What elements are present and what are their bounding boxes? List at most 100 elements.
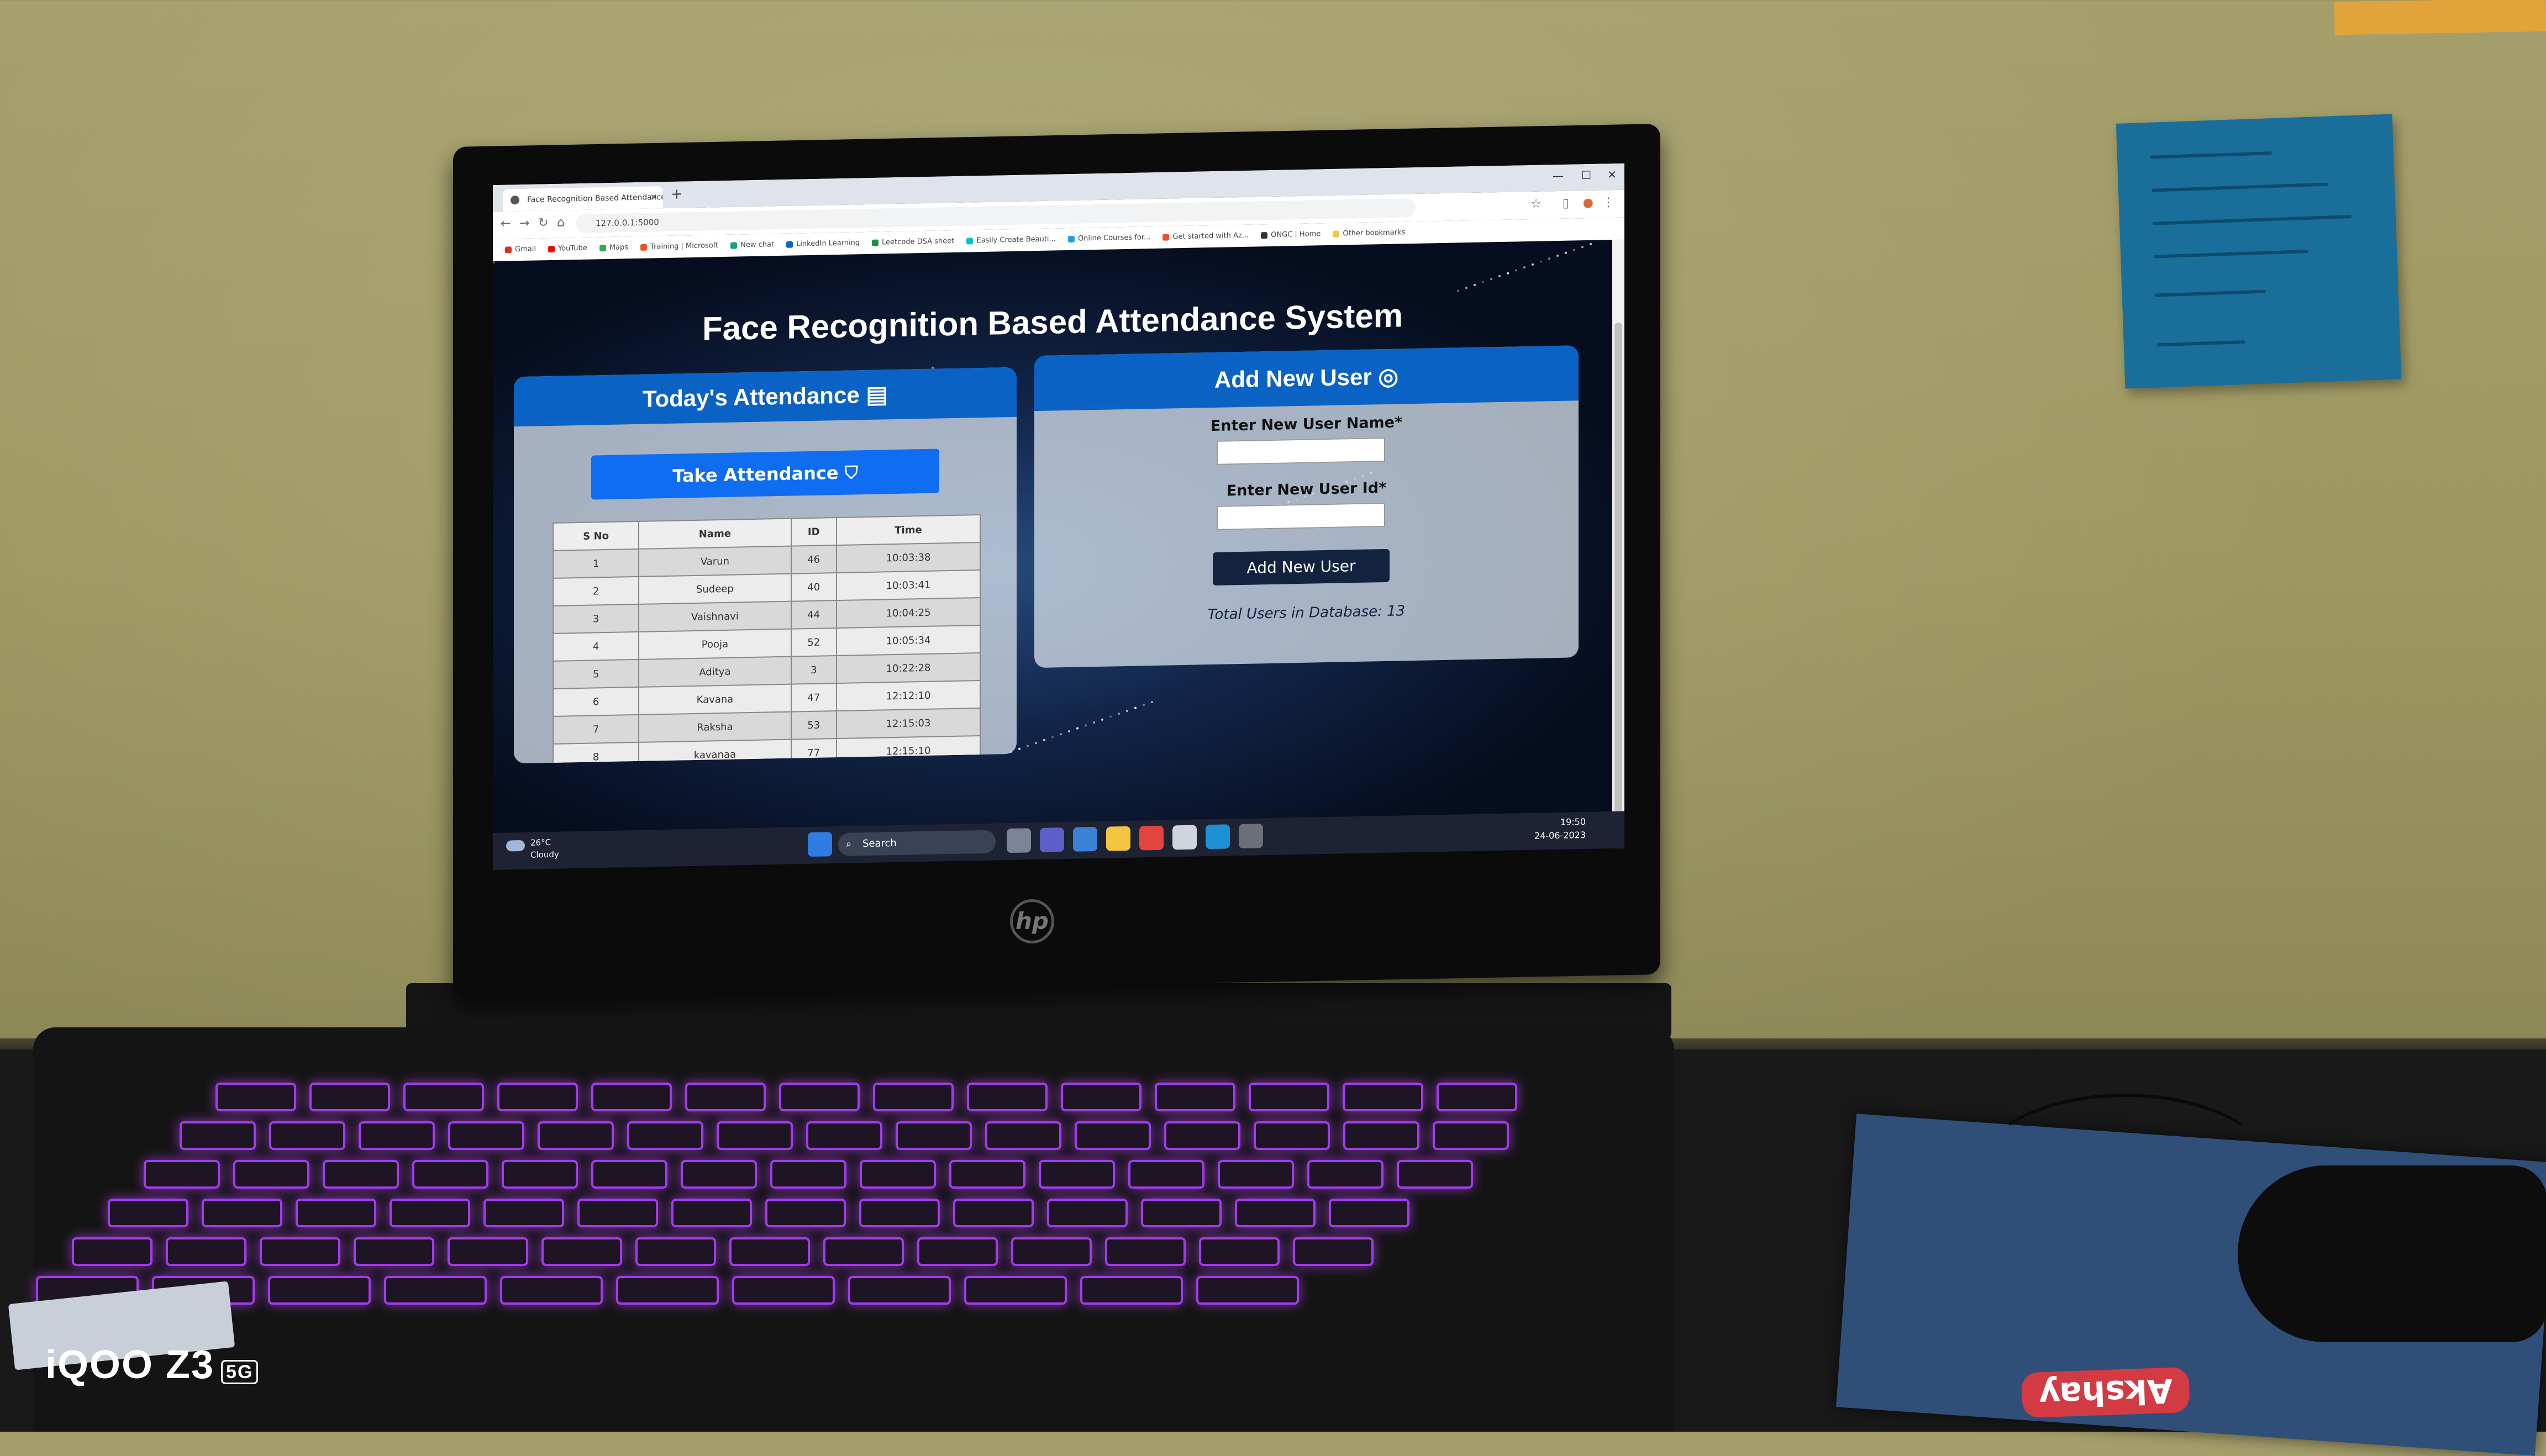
keyboard-key[interactable] [671, 1199, 752, 1227]
weather-widget[interactable]: 26°C Cloudy [506, 836, 559, 862]
keyboard-key[interactable] [1075, 1121, 1151, 1150]
keyboard-key[interactable] [860, 1160, 936, 1189]
keyboard-key[interactable] [500, 1276, 603, 1305]
keyboard-key[interactable] [390, 1199, 470, 1227]
take-attendance-button[interactable]: Take Attendance ⛉ [591, 449, 939, 499]
keyboard-key[interactable] [1080, 1276, 1183, 1305]
keyboard-key[interactable] [260, 1237, 340, 1266]
maximize-icon[interactable]: ☐ [1581, 168, 1591, 182]
keyboard-key[interactable] [779, 1083, 860, 1111]
bookmark-item[interactable]: New chat [730, 234, 774, 257]
keyboard-key[interactable] [323, 1160, 399, 1189]
vscode-icon[interactable] [1206, 824, 1230, 849]
keyboard-key[interactable] [1235, 1199, 1316, 1227]
bookmark-item[interactable]: Gmail [505, 239, 536, 261]
task-view-icon[interactable] [1007, 828, 1031, 853]
keyboard-key[interactable] [1196, 1276, 1299, 1305]
keyboard-key[interactable] [1343, 1121, 1419, 1150]
keyboard-key[interactable] [384, 1276, 487, 1305]
keyboard-key[interactable] [359, 1121, 435, 1150]
keyboard-key[interactable] [616, 1276, 719, 1305]
keyboard-key[interactable] [685, 1083, 766, 1111]
keyboard-key[interactable] [1155, 1083, 1235, 1111]
bookmark-item[interactable]: Leetcode DSA sheet [872, 230, 954, 254]
keyboard-key[interactable] [577, 1199, 658, 1227]
keyboard-key[interactable] [309, 1083, 390, 1111]
keyboard-key[interactable] [108, 1199, 188, 1227]
keyboard-key[interactable] [591, 1160, 667, 1189]
keyboard-key[interactable] [448, 1121, 524, 1150]
keyboard-key[interactable] [681, 1160, 757, 1189]
keyboard-key[interactable] [732, 1276, 835, 1305]
keyboard-key[interactable] [823, 1237, 904, 1266]
keyboard-key[interactable] [717, 1121, 793, 1150]
terminal-icon[interactable] [1239, 824, 1263, 848]
keyboard-key[interactable] [541, 1237, 622, 1266]
chat-icon[interactable] [1040, 827, 1064, 852]
keyboard-key[interactable] [859, 1199, 940, 1227]
close-window-icon[interactable]: ✕ [1607, 168, 1617, 181]
keyboard-key[interactable] [1397, 1160, 1473, 1189]
keyboard-key[interactable] [1011, 1237, 1092, 1266]
keyboard-key[interactable] [403, 1083, 484, 1111]
keyboard-key[interactable] [296, 1199, 376, 1227]
keyboard-key[interactable] [1307, 1160, 1384, 1189]
keyboard-key[interactable] [502, 1160, 578, 1189]
keyboard-key[interactable] [1343, 1083, 1423, 1111]
system-clock[interactable]: 19:50 24-06-2023 [1534, 815, 1586, 843]
username-input[interactable] [1217, 437, 1385, 465]
keyboard-key[interactable] [1437, 1083, 1517, 1111]
keyboard-key[interactable] [964, 1276, 1067, 1305]
keyboard-key[interactable] [1254, 1121, 1330, 1150]
scroll-thumb[interactable] [1614, 323, 1622, 869]
bookmark-item[interactable]: Other bookmarks [1333, 221, 1405, 245]
bookmark-item[interactable]: YouTube [548, 238, 587, 260]
keyboard-key[interactable] [1249, 1083, 1329, 1111]
keyboard-key[interactable] [949, 1160, 1025, 1189]
close-icon[interactable]: ✕ [650, 186, 657, 208]
keyboard-key[interactable] [268, 1276, 371, 1305]
keyboard-key[interactable] [1128, 1160, 1204, 1189]
new-tab-icon[interactable]: + [671, 186, 683, 202]
keyboard-key[interactable] [917, 1237, 998, 1266]
keyboard-key[interactable] [1329, 1199, 1409, 1227]
forward-icon[interactable]: → [519, 217, 529, 230]
mail-icon[interactable] [1073, 827, 1097, 852]
keyboard-key[interactable] [1039, 1160, 1115, 1189]
keyboard-key[interactable] [1218, 1160, 1294, 1189]
keyboard-key[interactable] [1433, 1121, 1509, 1150]
computer-mouse[interactable] [2238, 1165, 2546, 1342]
keyboard-key[interactable] [166, 1237, 246, 1266]
keyboard-key[interactable] [1293, 1237, 1374, 1266]
keyboard-key[interactable] [497, 1083, 578, 1111]
chrome-icon[interactable] [1139, 826, 1164, 851]
keyboard-key[interactable] [1164, 1121, 1240, 1150]
keyboard-key[interactable] [591, 1083, 672, 1111]
bookmark-item[interactable]: Online Courses for... [1068, 226, 1150, 250]
back-icon[interactable]: ← [501, 217, 511, 230]
keyboard-key[interactable] [180, 1121, 256, 1150]
keyboard-key[interactable] [1047, 1199, 1128, 1227]
keyboard-key[interactable] [233, 1160, 309, 1189]
keyboard-key[interactable] [635, 1237, 716, 1266]
sidepanel-icon[interactable]: ▯ [1563, 197, 1569, 210]
keyboard-key[interactable] [269, 1121, 345, 1150]
keyboard-key[interactable] [144, 1160, 220, 1189]
page-scrollbar[interactable] [1612, 240, 1624, 811]
keyboard-key[interactable] [412, 1160, 488, 1189]
bookmark-item[interactable]: Maps [599, 236, 628, 259]
reload-icon[interactable]: ↻ [538, 216, 548, 230]
menu-icon[interactable]: ⋮ [1602, 196, 1614, 209]
keyboard-key[interactable] [848, 1276, 951, 1305]
keyboard-key[interactable] [985, 1121, 1061, 1150]
keyboard-key[interactable] [215, 1083, 296, 1111]
file-explorer-icon[interactable] [1106, 826, 1130, 851]
keyboard-key[interactable] [354, 1237, 434, 1266]
bookmark-item[interactable]: Training | Microsoft [640, 235, 718, 259]
keyboard-key[interactable] [770, 1160, 846, 1189]
browser-tab[interactable]: Face Recognition Based Attendance ✕ [503, 186, 663, 212]
notepad-icon[interactable] [1172, 825, 1197, 850]
keyboard-key[interactable] [806, 1121, 882, 1150]
taskbar-search[interactable]: ⌕ Search [838, 830, 996, 856]
keyboard-key[interactable] [483, 1199, 564, 1227]
